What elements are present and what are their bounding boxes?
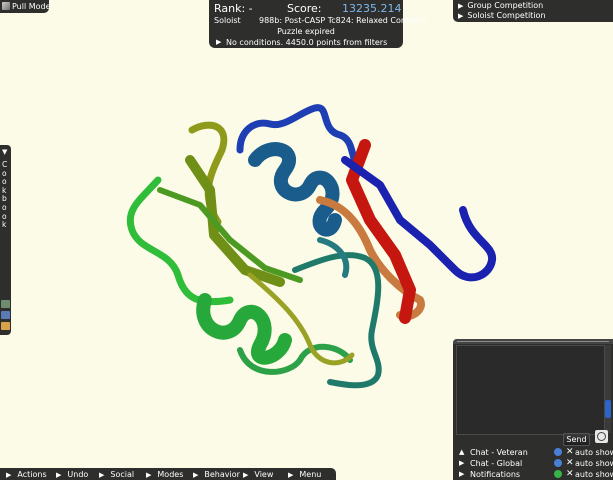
expand-arrow-icon: ▶: [459, 470, 465, 478]
protein-strand-green-2[interactable]: [157, 187, 303, 283]
cookbook-collapse-icon[interactable]: ▼: [2, 148, 7, 156]
send-button[interactable]: Send: [563, 433, 590, 446]
group-competition-label: Group Competition: [467, 1, 544, 10]
info-icon: [554, 448, 562, 456]
puzzle-status: Puzzle expired: [277, 27, 335, 36]
recipe-icon[interactable]: [1, 300, 10, 308]
close-icon[interactable]: ✕: [566, 469, 574, 479]
expand-arrow-icon: ▶: [459, 459, 465, 467]
chat-tab-label: Chat - Veteran: [470, 448, 528, 457]
protein-helix-teal[interactable]: [248, 142, 342, 237]
chat-scrollbar[interactable]: [605, 345, 611, 433]
chat-scrollbar-thumb[interactable]: [605, 400, 611, 418]
menu-modes[interactable]: ▶ Modes: [146, 470, 183, 479]
expand-arrow-icon: ▶: [146, 471, 152, 479]
notification-icon: [554, 470, 562, 478]
puzzle-name: 988b: Post-CASP Tc824: Relaxed Contacts: [259, 16, 426, 25]
score-panel: Rank: - Score: 13235.214 Soloist 988b: P…: [209, 0, 426, 48]
menu-undo[interactable]: ▶ Undo: [56, 470, 88, 479]
pull-mode-toggle[interactable]: Pull Mode: [0, 0, 51, 13]
menu-actions[interactable]: ▶ Actions: [6, 470, 47, 479]
cookbook-panel[interactable]: ▼ C o o k b o o k: [0, 145, 11, 335]
expand-arrow-icon: ▶: [6, 471, 12, 479]
menu-view[interactable]: ▶ View: [243, 470, 273, 479]
group-competition-item[interactable]: ▶ Group Competition: [458, 1, 543, 11]
chat-panel: Send ▲ Chat - Veteran ✕ auto show ▶ Chat…: [453, 339, 613, 480]
auto-show-label[interactable]: auto show: [575, 459, 613, 468]
conditions-expand-icon[interactable]: ▶: [216, 38, 221, 46]
recipe-list-icon[interactable]: [1, 311, 10, 319]
info-icon: [554, 459, 562, 467]
close-icon[interactable]: ✕: [566, 447, 574, 457]
chat-tab-global[interactable]: ▶ Chat - Global ✕ auto show: [453, 458, 613, 469]
chat-tab-label: Notifications: [470, 470, 521, 479]
auto-show-label[interactable]: auto show: [575, 448, 613, 457]
expand-arrow-icon: ▶: [243, 471, 249, 479]
chat-log[interactable]: [456, 345, 605, 435]
auto-show-label[interactable]: auto show: [575, 470, 613, 479]
pull-mode-label: Pull Mode: [12, 2, 51, 11]
score-value: 13235.214: [342, 2, 402, 15]
bottom-menu-bar: ▶ Actions ▶ Undo ▶ Social ▶ Modes ▶ Behavior …: [0, 468, 336, 480]
protein-coil-teal[interactable]: [292, 252, 382, 389]
pull-mode-icon: [2, 2, 10, 10]
expand-arrow-icon: ▶: [56, 471, 62, 479]
soloist-competition-label: Soloist Competition: [467, 11, 546, 20]
menu-social[interactable]: ▶ Social: [99, 470, 134, 479]
chat-tab-notifications[interactable]: ▶ Notifications ✕ auto show: [453, 469, 613, 480]
soloist-competition-item[interactable]: ▶ Soloist Competition: [458, 11, 546, 21]
chat-tab-label: Chat - Global: [470, 459, 523, 468]
protein-helix-green[interactable]: [196, 293, 292, 365]
expand-arrow-icon: ▶: [193, 471, 199, 479]
menu-behavior[interactable]: ▶ Behavior: [193, 470, 240, 479]
rank-label: Rank: -: [214, 2, 253, 15]
cookbook-label: C o o k b o o k: [2, 160, 8, 230]
expand-arrow-icon: ▶: [458, 12, 464, 20]
protein-sheet-olive[interactable]: [185, 155, 285, 287]
expand-arrow-icon: ▶: [99, 471, 105, 479]
chat-resize-handle[interactable]: [453, 339, 613, 344]
score-label: Score:: [287, 2, 322, 15]
recipe-edit-icon[interactable]: [1, 322, 10, 330]
conditions-text[interactable]: No conditions. 4450.0 points from filter…: [226, 38, 387, 47]
menu-menu[interactable]: ▶ Menu: [288, 470, 321, 479]
player-mode: Soloist: [214, 16, 241, 25]
expand-arrow-icon: ▶: [458, 2, 464, 10]
expand-arrow-icon: ▶: [288, 471, 294, 479]
clock-icon[interactable]: [595, 430, 608, 443]
chat-tab-veteran[interactable]: ▲ Chat - Veteran ✕ auto show: [453, 447, 613, 458]
close-icon[interactable]: ✕: [566, 458, 574, 468]
collapse-arrow-icon: ▲: [459, 448, 465, 456]
competition-panel: ▶ Group Competition ▶ Soloist Competition: [453, 0, 613, 22]
